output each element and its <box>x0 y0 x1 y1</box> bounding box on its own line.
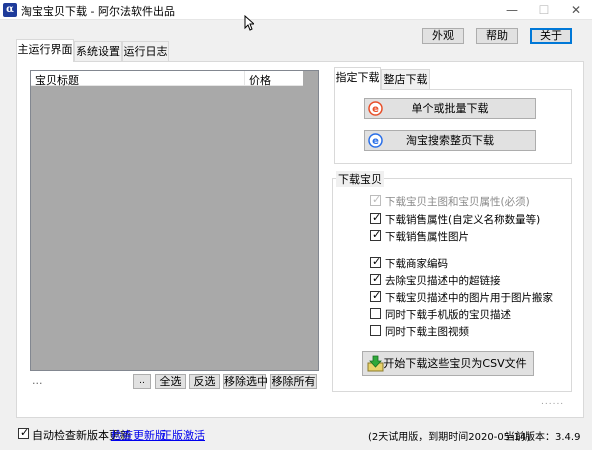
list-header: 宝贝标题 价格 <box>31 71 303 88</box>
option-label: 下载宝贝描述中的图片用于图片搬家 <box>385 292 553 304</box>
checkbox-box[interactable]: ✓ <box>370 255 382 268</box>
tab-log[interactable]: 运行日志 <box>122 41 169 62</box>
checkbox-box[interactable]: ✓ <box>370 228 382 241</box>
remove-all-button[interactable]: 移除所有 <box>270 374 317 389</box>
column-separator[interactable] <box>244 71 245 86</box>
column-header-title[interactable]: 宝贝标题 <box>35 72 79 88</box>
svg-text:e: e <box>372 136 379 147</box>
option-label: 下载销售属性图片 <box>385 231 469 243</box>
checkbox-box[interactable]: ✓ <box>370 289 382 302</box>
option-label: 下载销售属性(自定义名称数量等) <box>385 214 541 226</box>
download-arrow-icon <box>367 355 384 372</box>
option-label: 去除宝贝描述中的超链接 <box>385 275 501 287</box>
item-list[interactable]: 宝贝标题 价格 <box>30 70 319 371</box>
checkmark-icon: ✓ <box>20 426 30 439</box>
checkmark-icon: ✓ <box>372 272 382 285</box>
search-page-download-button[interactable]: e 淘宝搜索整页下载 <box>364 130 536 151</box>
checkmark-icon: ✓ <box>372 211 382 224</box>
title-bar[interactable]: α 淘宝宝贝下载 - 阿尔法软件出品 — ☐ ✕ <box>0 0 592 20</box>
more-button[interactable]: .. <box>133 374 151 389</box>
checkbox-box[interactable] <box>370 325 381 336</box>
checkbox-box[interactable]: ✓ <box>370 211 382 224</box>
minimize-button[interactable]: — <box>496 0 528 20</box>
mouse-cursor-icon <box>244 15 254 31</box>
tab-main[interactable]: 主运行界面 <box>16 39 74 62</box>
tab-shop-download[interactable]: 整店下载 <box>381 69 430 90</box>
tab-specified-download[interactable]: 指定下载 <box>334 67 381 90</box>
list-ellipsis: ... <box>32 374 43 387</box>
option-label: 下载宝贝主图和宝贝属性(必须) <box>385 196 530 208</box>
select-all-button[interactable]: 全选 <box>155 374 186 389</box>
appearance-button[interactable]: 外观 <box>422 28 464 44</box>
checkbox-box[interactable] <box>370 308 381 319</box>
version-info: 当前版本：3.4.9 <box>505 432 581 443</box>
single-batch-download-label: 单个或批量下载 <box>411 102 489 115</box>
checkbox-box[interactable]: ✓ <box>370 272 382 285</box>
check-update-link[interactable]: 检查更新版 <box>111 427 166 443</box>
checkmark-icon: ✓ <box>372 255 382 268</box>
checkmark-icon: ✓ <box>372 289 382 302</box>
start-download-label: 开始下载这些宝贝为CSV文件 <box>383 357 527 370</box>
auto-check-box[interactable]: ✓ <box>18 426 30 439</box>
download-options-title: 下载宝贝 <box>336 171 384 187</box>
start-download-button[interactable]: 开始下载这些宝贝为CSV文件 <box>362 351 534 376</box>
search-page-download-label: 淘宝搜索整页下载 <box>406 134 494 147</box>
option-label: 同时下载主图视频 <box>385 326 469 338</box>
auto-check-checkbox[interactable]: ✓ 自动检查新版本更新 <box>16 426 131 442</box>
help-button[interactable]: 帮助 <box>476 28 518 44</box>
single-batch-download-button[interactable]: e 单个或批量下载 <box>364 98 536 119</box>
about-button[interactable]: 关于 <box>530 28 572 44</box>
activate-link[interactable]: 正版激活 <box>161 427 205 443</box>
ie-icon: e <box>368 101 383 116</box>
svg-text:e: e <box>372 104 379 115</box>
option-label: 下载商家编码 <box>385 258 448 270</box>
checkmark-icon: ✓ <box>372 193 382 206</box>
column-header-price[interactable]: 价格 <box>249 72 271 88</box>
option-label: 同时下载手机版的宝贝描述 <box>385 309 511 321</box>
close-button[interactable]: ✕ <box>560 0 592 20</box>
tab-settings[interactable]: 系统设置 <box>74 41 122 62</box>
maximize-button[interactable]: ☐ <box>528 0 560 20</box>
remove-selected-button[interactable]: 移除选中 <box>223 374 268 389</box>
invert-selection-button[interactable]: 反选 <box>189 374 220 389</box>
app-logo-icon: α <box>3 3 17 17</box>
checkbox-box: ✓ <box>370 193 382 206</box>
checkmark-icon: ✓ <box>372 228 382 241</box>
ie-icon: e <box>368 133 383 148</box>
window-title: 淘宝宝贝下载 - 阿尔法软件出品 <box>21 5 175 18</box>
dots-indicator: ...... <box>541 397 565 407</box>
